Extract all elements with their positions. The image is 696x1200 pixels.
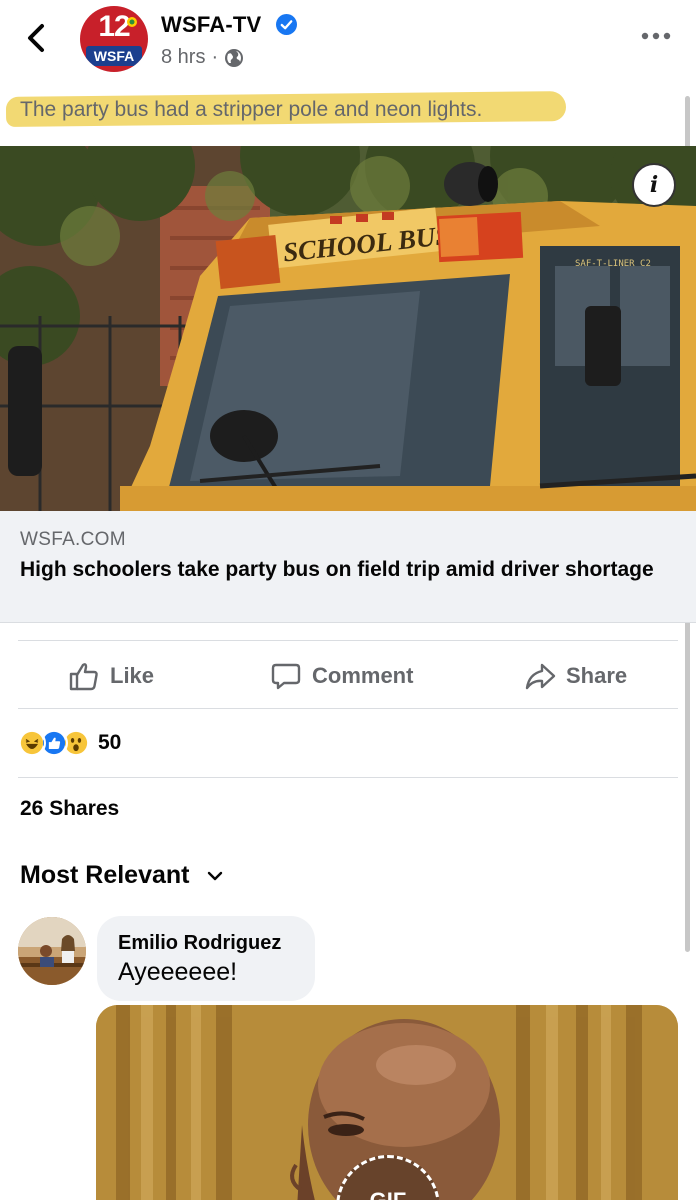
more-options-icon[interactable] — [640, 28, 672, 44]
info-button[interactable]: i — [632, 163, 676, 207]
divider — [18, 777, 678, 778]
thumbs-up-icon — [69, 663, 98, 691]
page-avatar[interactable]: 12 WSFA — [80, 6, 148, 72]
comment-text: Ayeeeeee! — [118, 958, 238, 986]
page-name[interactable]: WSFA-TV — [161, 12, 261, 38]
comment-button[interactable]: Comment — [270, 656, 413, 696]
like-label: Like — [110, 663, 155, 688]
divider — [18, 640, 678, 641]
sort-label: Most Relevant — [20, 861, 190, 889]
peacock-icon — [127, 17, 137, 27]
gif-label: GIF — [339, 1188, 437, 1200]
share-count[interactable]: 26 Shares — [20, 797, 119, 821]
avatar-photo — [18, 917, 86, 985]
link-title: High schoolers take party bus on field t… — [20, 558, 654, 581]
share-label: Share — [566, 663, 628, 688]
globe-icon — [225, 48, 244, 67]
comment-bubble[interactable]: Emilio Rodriguez Ayeeeeee! — [97, 916, 315, 1001]
post-text: The party bus had a stripper pole and ne… — [20, 98, 483, 121]
haha-reaction-icon — [18, 729, 46, 757]
back-arrow-icon[interactable] — [22, 20, 52, 56]
school-bus-photo: SCHOOL BUS SAF-T-LINER C2 — [0, 146, 696, 511]
bus-model-text: SAF-T-LINER C2 — [575, 259, 651, 269]
reaction-summary[interactable]: 50 — [18, 728, 121, 758]
post-header: 12 WSFA WSFA-TV 8 hrs · — [0, 0, 696, 84]
chevron-down-icon — [208, 871, 223, 880]
meta-separator: · — [211, 46, 219, 68]
link-preview-image[interactable]: SCHOOL BUS SAF-T-LINER C2 — [0, 146, 696, 511]
comment-sort-dropdown[interactable]: Most Relevant — [20, 861, 223, 890]
share-button[interactable]: Share — [524, 656, 627, 696]
like-button[interactable]: Like — [68, 656, 154, 696]
comment-label: Comment — [312, 663, 414, 688]
comment-bubble-icon — [271, 663, 301, 690]
commenter-avatar[interactable] — [18, 917, 86, 985]
post-meta: 8 hrs · — [161, 46, 244, 69]
link-domain: WSFA.COM — [20, 529, 126, 550]
logo-text: WSFA — [86, 46, 142, 66]
share-arrow-icon — [525, 663, 556, 690]
comment-author[interactable]: Emilio Rodriguez — [118, 932, 281, 955]
divider — [18, 708, 678, 709]
post-time[interactable]: 8 hrs — [161, 46, 205, 69]
verified-badge-icon — [276, 14, 297, 35]
reaction-count: 50 — [98, 731, 122, 754]
link-preview-box[interactable]: WSFA.COM High schoolers take party bus o… — [0, 511, 696, 623]
